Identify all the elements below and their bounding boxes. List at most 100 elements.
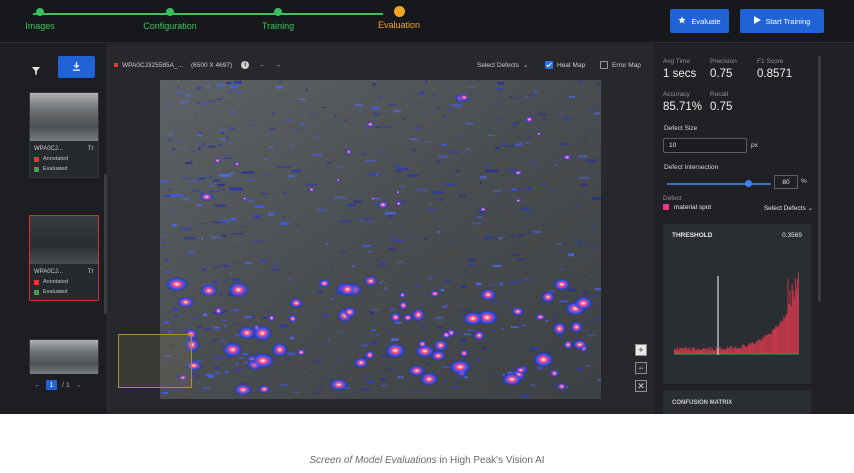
heatmap-texel — [534, 164, 540, 167]
defect-spot — [363, 275, 378, 287]
info-icon[interactable]: i — [241, 61, 250, 69]
heatmap-texel — [202, 269, 205, 271]
image-card-selected[interactable]: WPA0CJ... Tт Annotated Evaluated — [29, 215, 99, 301]
heatmap-texel — [495, 146, 500, 149]
heatmap-texel — [216, 98, 222, 100]
panel-scrollbar[interactable] — [818, 56, 821, 302]
heatmap-texel — [321, 344, 327, 347]
threshold-histogram[interactable] — [663, 224, 811, 384]
heatmap-texel — [595, 82, 600, 86]
file-name: WPA0CJ325585A_... — [122, 61, 183, 69]
current-page[interactable]: 1 — [46, 380, 57, 390]
intersection-value-input[interactable]: 80 — [774, 175, 798, 189]
sidebar-scrollbar[interactable] — [104, 174, 107, 314]
heatmap-texel — [279, 324, 288, 328]
start-training-button[interactable]: Start Training — [740, 9, 824, 33]
histogram-bar — [688, 347, 690, 354]
heatmap-texel — [384, 211, 396, 215]
heatmap-texel — [217, 128, 225, 131]
heatmap-texel — [576, 241, 582, 244]
prev-image-icon[interactable]: ← — [259, 62, 266, 69]
zoom-in-button[interactable]: + — [635, 344, 647, 356]
defect-row: material spot Select Defects ⌄ — [663, 204, 813, 212]
minimap[interactable] — [118, 334, 192, 388]
intersection-slider-handle[interactable] — [745, 180, 752, 187]
prev-page-icon[interactable]: ← — [34, 382, 41, 389]
heatmap-image[interactable] — [160, 80, 601, 399]
step-training[interactable]: Training — [233, 8, 323, 31]
zoom-out-button[interactable]: − — [635, 362, 647, 374]
heatmap-texel — [218, 174, 229, 177]
heatmap-texel — [275, 86, 284, 89]
heatmap-texel — [449, 241, 458, 244]
defect-class[interactable]: material spot — [663, 204, 711, 212]
histogram-bar — [797, 272, 799, 354]
heat-map-toggle[interactable]: Heat Map — [545, 61, 585, 69]
defect-spot — [553, 278, 571, 291]
heatmap-texel — [278, 80, 282, 82]
defect-select-dropdown[interactable]: Select Defects ⌄ — [764, 204, 813, 212]
defect-size-input[interactable]: 10 — [663, 138, 747, 153]
heatmap-texel — [218, 340, 226, 342]
heatmap-texel — [513, 98, 521, 100]
heat-map-checkbox[interactable] — [545, 61, 553, 69]
chevron-down-icon: ⌄ — [807, 205, 813, 212]
heatmap-texel — [230, 217, 236, 221]
heatmap-texel — [379, 282, 383, 284]
heatmap-texel — [177, 86, 180, 89]
step-dot-done — [274, 8, 282, 16]
heatmap-texel — [230, 85, 238, 89]
heatmap-texel — [376, 258, 380, 261]
heatmap-texel — [485, 169, 499, 173]
heatmap-texel — [260, 193, 270, 195]
heatmap-texel — [559, 335, 563, 338]
step-configuration[interactable]: Configuration — [125, 8, 215, 31]
heatmap-texel — [167, 103, 171, 107]
intersection-slider-track[interactable] — [667, 183, 771, 185]
image-sidebar: WPA0CJ... Tт Annotated Evaluated WPA0CJ.… — [0, 44, 108, 414]
heatmap-texel — [568, 253, 574, 257]
filter-icon[interactable] — [32, 62, 40, 80]
confusion-matrix-card: CONFUSION MATRIX — [663, 390, 811, 414]
heatmap-texel — [441, 143, 447, 146]
select-defects-dropdown[interactable]: Select Defects ⌄ — [477, 61, 528, 70]
defect-spot — [199, 192, 214, 202]
image-card[interactable]: WPA0CJ... Tт Annotated Evaluated — [29, 92, 99, 178]
image-card[interactable] — [29, 339, 99, 374]
heatmap-texel — [518, 234, 526, 236]
heatmap-texel — [364, 129, 370, 132]
defect-spot — [513, 170, 523, 176]
next-page-icon[interactable]: → — [75, 382, 82, 389]
histogram-bar — [769, 333, 771, 354]
annotated-label: Annotated — [43, 156, 69, 162]
histogram-bar — [778, 326, 780, 354]
step-evaluation[interactable]: Evaluation — [354, 6, 444, 30]
evaluate-button[interactable]: Evaluate — [670, 9, 729, 33]
heatmap-texel — [210, 221, 213, 223]
next-image-icon[interactable]: → — [275, 62, 282, 69]
evaluated-tag: Evaluated — [30, 287, 98, 300]
heatmap-texel — [588, 106, 597, 108]
heatmap-texel — [290, 145, 293, 148]
download-button[interactable] — [58, 56, 95, 78]
heatmap-texel — [171, 308, 179, 311]
error-map-checkbox[interactable] — [600, 61, 608, 69]
histogram-bar — [752, 342, 754, 354]
heatmap-texel — [212, 281, 219, 285]
heatmap-texel — [441, 366, 450, 368]
heatmap-texel — [274, 263, 279, 267]
histogram-bar — [681, 348, 683, 354]
heatmap-texel — [263, 158, 270, 161]
defect-spot — [200, 284, 218, 297]
defect-spot — [441, 331, 452, 339]
heatmap-texel — [219, 293, 223, 296]
histogram-bar — [763, 338, 765, 354]
histogram-bar — [700, 349, 701, 354]
heatmap-texel — [538, 300, 542, 303]
step-images[interactable]: Images — [0, 8, 85, 31]
reset-view-button[interactable]: ✕ — [635, 380, 647, 392]
histogram-bar — [676, 349, 677, 354]
error-map-toggle[interactable]: Error Map — [600, 61, 641, 69]
defect-spot — [390, 312, 402, 323]
histogram-bar — [750, 344, 751, 354]
